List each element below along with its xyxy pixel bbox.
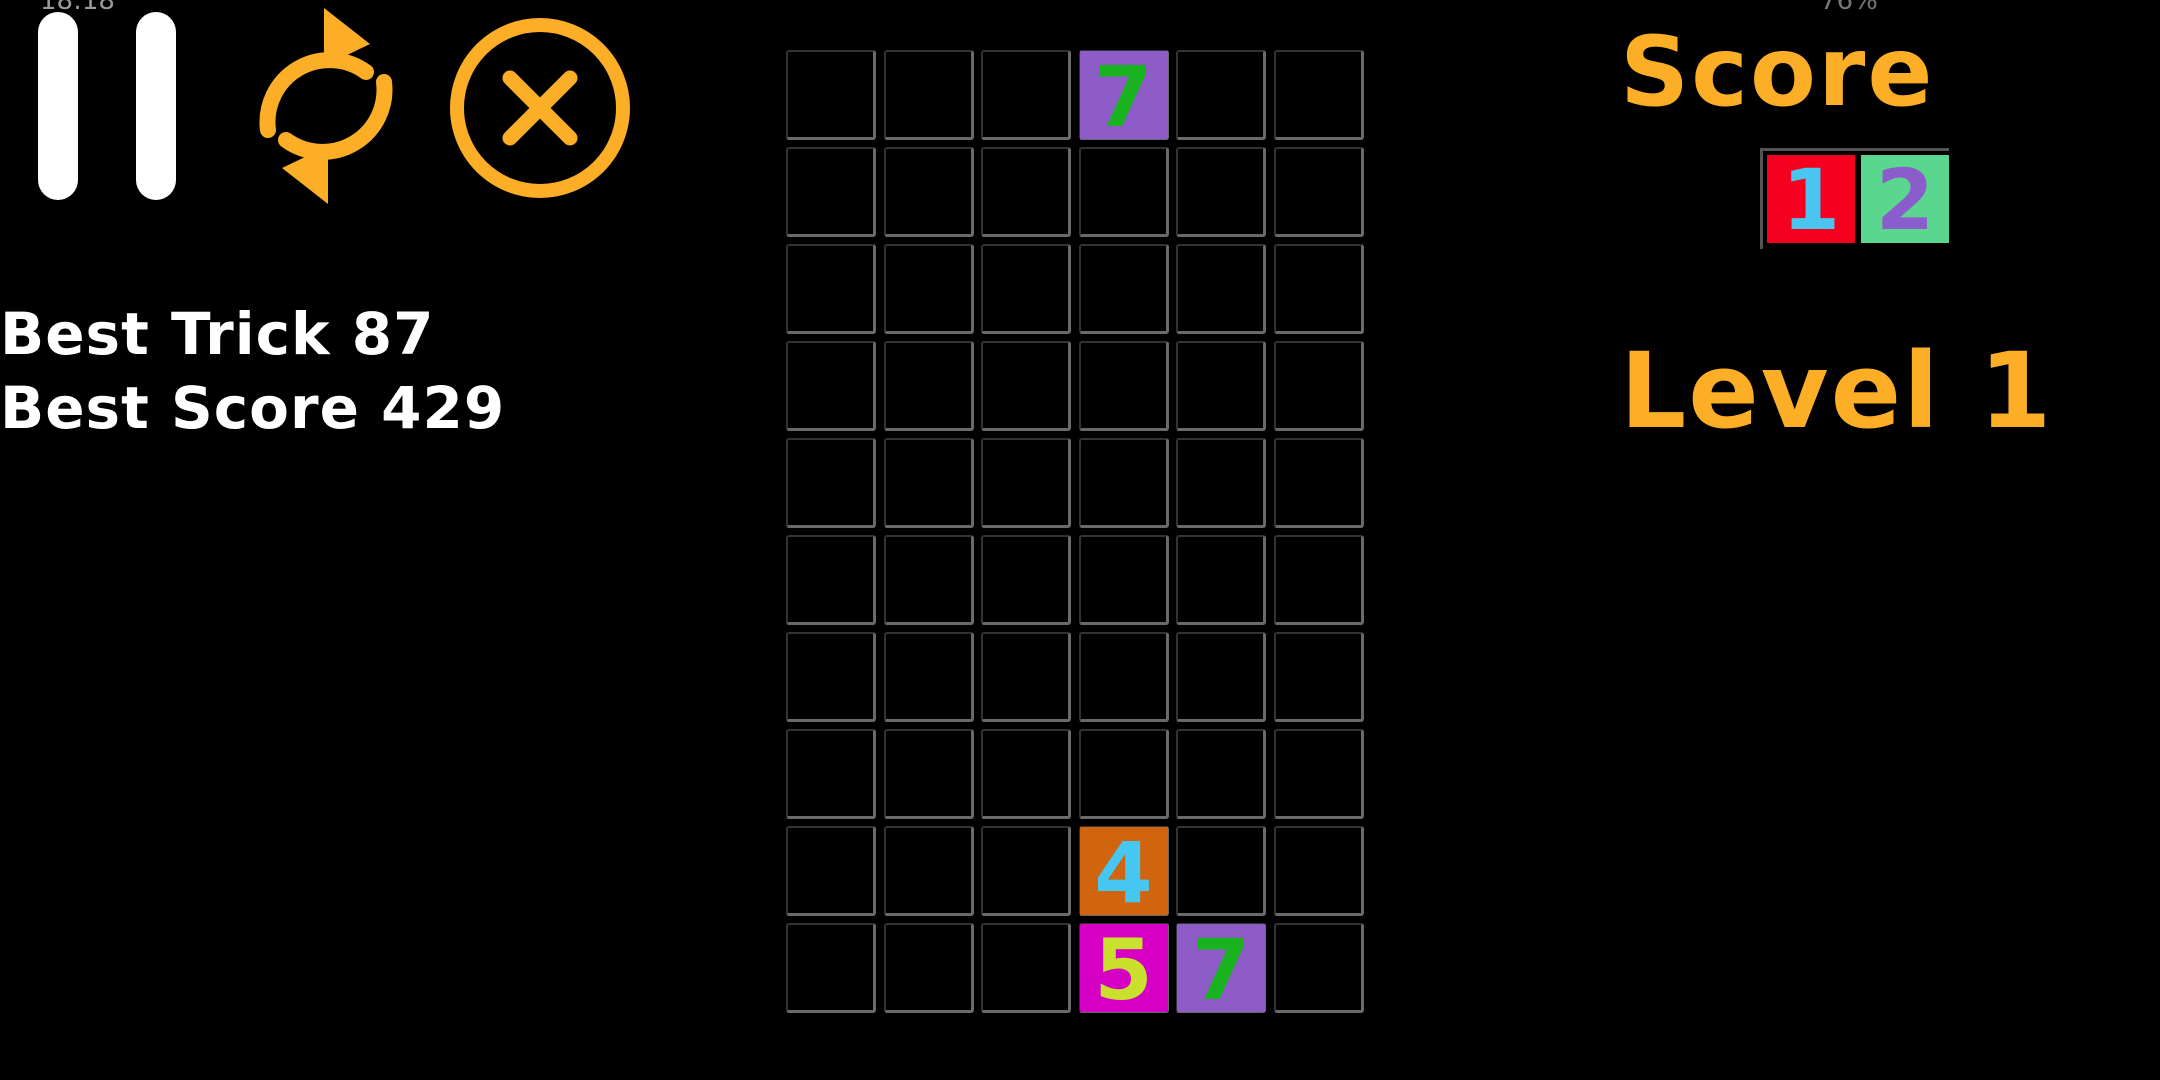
quit-button[interactable]	[446, 14, 634, 202]
board-cell[interactable]	[1273, 244, 1364, 334]
board-cell[interactable]	[883, 341, 974, 431]
board-cell[interactable]	[981, 632, 1071, 722]
number-tile[interactable]: 7	[1079, 51, 1168, 143]
board-cell[interactable]	[1273, 438, 1364, 528]
board-cell[interactable]	[786, 50, 876, 140]
board-cell[interactable]	[1273, 632, 1364, 722]
board-cell[interactable]	[981, 923, 1071, 1013]
board-cell[interactable]	[1273, 826, 1364, 916]
board-cell[interactable]	[1273, 147, 1364, 237]
pause-button[interactable]	[30, 8, 190, 204]
status-battery: 76%	[1820, 0, 1878, 16]
best-score-label: Best Score 429	[0, 374, 506, 442]
best-trick-label: Best Trick 87	[0, 300, 435, 368]
board-cell[interactable]	[1176, 535, 1266, 625]
board-cell[interactable]	[981, 729, 1071, 819]
number-tile[interactable]: 4	[1079, 827, 1168, 919]
board-cell[interactable]	[883, 50, 974, 140]
score-title: Score	[1620, 16, 1935, 128]
board-cell[interactable]	[1176, 826, 1266, 916]
board-cell[interactable]	[1078, 632, 1169, 722]
board-cell[interactable]	[1078, 535, 1169, 625]
board-cell[interactable]	[786, 729, 876, 819]
level-label: Level 1	[1620, 330, 2054, 452]
board-cell[interactable]	[883, 632, 974, 722]
board-cell[interactable]	[1078, 438, 1169, 528]
board-cell[interactable]	[1078, 147, 1169, 237]
board-cell[interactable]	[981, 244, 1071, 334]
board-cell[interactable]	[1273, 535, 1364, 625]
board-cell[interactable]	[981, 50, 1071, 140]
number-tile[interactable]: 7	[1177, 924, 1265, 1016]
board-cell[interactable]	[1176, 244, 1266, 334]
board-cell[interactable]	[1078, 244, 1169, 334]
board-cell[interactable]	[1078, 729, 1169, 819]
board-cell[interactable]	[1176, 341, 1266, 431]
board-cell[interactable]	[1273, 341, 1364, 431]
board-cell[interactable]	[786, 923, 876, 1013]
game-board[interactable]: 7457	[786, 50, 1372, 1024]
board-cell[interactable]	[786, 147, 876, 237]
board-cell[interactable]	[1176, 147, 1266, 237]
board-cell[interactable]	[981, 535, 1071, 625]
board-cell[interactable]	[883, 244, 974, 334]
board-cell[interactable]	[1176, 438, 1266, 528]
board-cell[interactable]	[1078, 341, 1169, 431]
board-cell[interactable]	[1273, 729, 1364, 819]
board-cell[interactable]	[883, 535, 974, 625]
board-cell[interactable]	[883, 147, 974, 237]
score-display: 1 2	[1760, 148, 1949, 249]
board-cell[interactable]	[1273, 923, 1364, 1013]
board-cell[interactable]	[786, 632, 876, 722]
board-cell[interactable]	[1273, 50, 1364, 140]
board-cell[interactable]	[786, 244, 876, 334]
board-cell[interactable]	[1176, 729, 1266, 819]
restart-button[interactable]	[246, 4, 406, 208]
restart-icon	[259, 8, 393, 204]
board-cell[interactable]	[981, 147, 1071, 237]
board-cell[interactable]	[883, 729, 974, 819]
board-cell[interactable]	[883, 923, 974, 1013]
board-cell[interactable]	[786, 438, 876, 528]
board-cell[interactable]	[883, 826, 974, 916]
score-digit: 2	[1861, 155, 1949, 245]
board-cell[interactable]	[786, 826, 876, 916]
board-cell[interactable]	[981, 438, 1071, 528]
number-tile[interactable]: 5	[1079, 924, 1168, 1016]
board-cell[interactable]	[981, 826, 1071, 916]
board-cell[interactable]	[786, 535, 876, 625]
board-cell[interactable]	[786, 341, 876, 431]
score-digit: 1	[1767, 155, 1855, 245]
board-cell[interactable]	[981, 341, 1071, 431]
board-cell[interactable]	[1176, 632, 1266, 722]
close-icon	[450, 18, 630, 198]
board-cell[interactable]	[883, 438, 974, 528]
board-cell[interactable]	[1176, 50, 1266, 140]
